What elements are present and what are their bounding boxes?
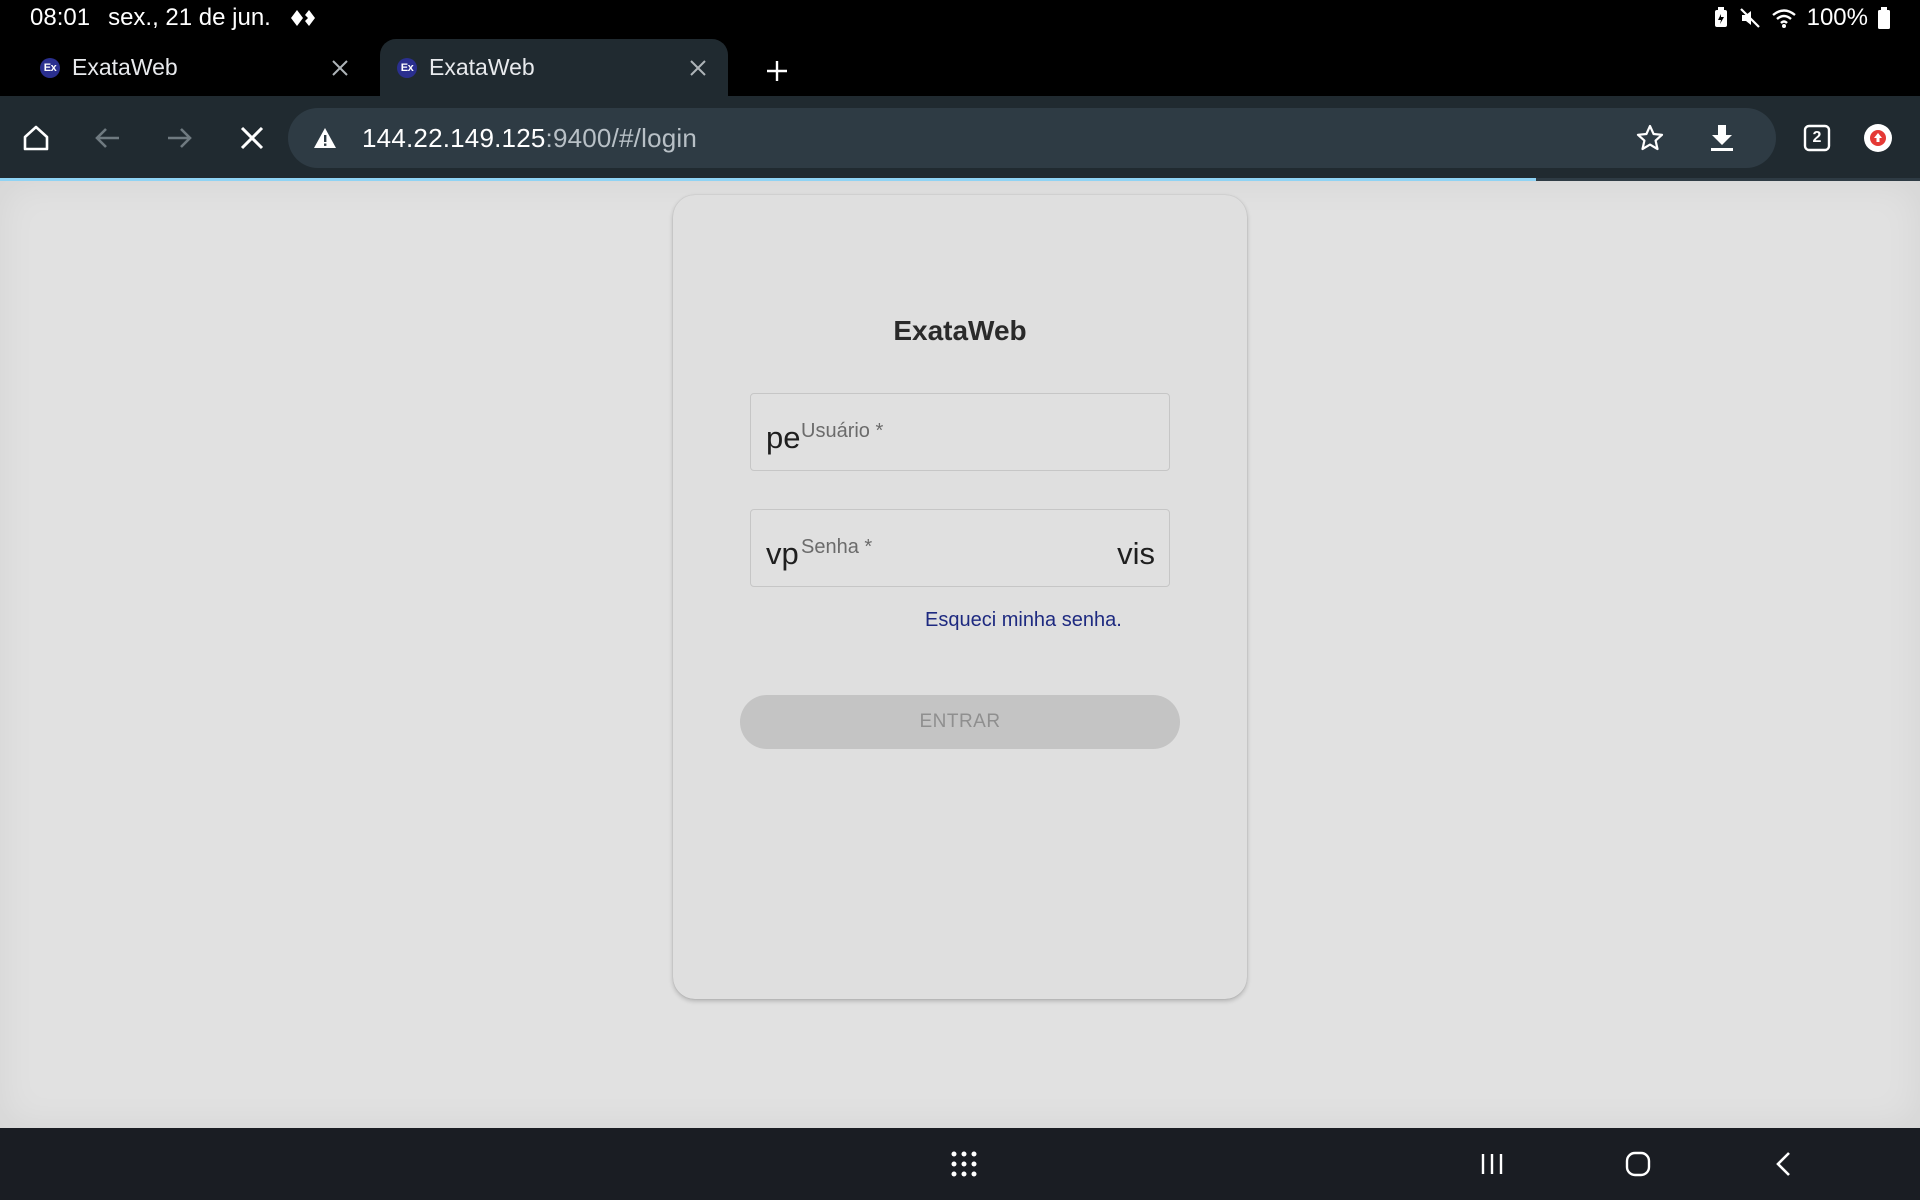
data-transfer-icon <box>289 7 317 29</box>
browser-toolbar: 144.22.149.125:9400/#/login 2 <box>0 96 1920 179</box>
url-host: 144.22.149.125 <box>362 122 546 153</box>
tab-count: 2 <box>1812 129 1822 146</box>
password-field[interactable]: vp Senha * vis <box>750 509 1170 587</box>
exata-favicon-icon: Ex <box>397 57 417 78</box>
recent-apps-button[interactable] <box>1468 1142 1516 1186</box>
star-icon <box>1636 124 1664 151</box>
close-tab-icon[interactable] <box>678 48 718 88</box>
arrow-right-icon <box>168 128 192 148</box>
close-tab-icon[interactable] <box>320 48 360 88</box>
update-available-icon <box>1864 124 1892 152</box>
back-button[interactable] <box>84 114 132 162</box>
battery-icon <box>1878 7 1890 29</box>
home-button[interactable] <box>12 114 60 162</box>
tab-switcher-button[interactable]: 2 <box>1793 114 1841 162</box>
forgot-password-link[interactable]: Esqueci minha senha. <box>925 609 1122 632</box>
username-value: pe <box>766 420 801 455</box>
address-bar[interactable]: 144.22.149.125:9400/#/login <box>288 108 1776 168</box>
arrow-left-icon <box>95 128 119 148</box>
browser-tab-strip: Ex ExataWeb Ex ExataWeb <box>0 37 1920 96</box>
web-content: ExataWeb pe Usuário * vp Senha * vis Esq… <box>0 181 1920 1128</box>
download-button[interactable] <box>1698 114 1746 162</box>
login-title: ExataWeb <box>893 315 1027 346</box>
new-tab-button[interactable] <box>755 49 799 93</box>
password-label: Senha * <box>801 536 873 558</box>
exata-favicon-icon: Ex <box>40 57 60 78</box>
home-icon <box>23 125 49 151</box>
login-card: ExataWeb pe Usuário * vp Senha * vis Esq… <box>673 195 1247 999</box>
tab-exataweb-1[interactable]: Ex ExataWeb <box>0 39 370 96</box>
apps-grid-icon <box>951 1151 977 1177</box>
battery-saver-icon <box>1713 7 1729 29</box>
password-visibility-toggle[interactable]: vis <box>1117 536 1155 572</box>
status-date: sex., 21 de jun. <box>108 4 271 31</box>
bookmark-star-button[interactable] <box>1626 114 1674 162</box>
battery-percent: 100% <box>1806 4 1868 31</box>
status-time: 08:01 <box>30 4 91 31</box>
stop-loading-button[interactable] <box>228 114 276 162</box>
system-status-bar: 08:01 sex., 21 de jun. 100% <box>0 0 1920 37</box>
username-field[interactable]: pe Usuário * <box>750 393 1170 471</box>
password-value: vp <box>766 536 799 571</box>
system-navigation-bar <box>0 1128 1920 1200</box>
wifi-icon <box>1771 7 1797 29</box>
mute-icon <box>1739 7 1761 29</box>
plus-icon <box>767 61 787 81</box>
url-text[interactable]: 144.22.149.125:9400/#/login <box>362 123 697 154</box>
tab-exataweb-2[interactable]: Ex ExataWeb <box>380 39 728 96</box>
tab-title: ExataWeb <box>72 54 178 80</box>
forward-button[interactable] <box>155 114 203 162</box>
tab-title: ExataWeb <box>429 54 535 80</box>
recents-icon <box>1481 1154 1503 1174</box>
login-submit-button[interactable]: ENTRAR <box>740 695 1180 749</box>
home-nav-button[interactable] <box>1614 1142 1662 1186</box>
close-icon <box>240 126 264 150</box>
home-circle-icon <box>1625 1151 1651 1177</box>
back-nav-button[interactable] <box>1760 1142 1808 1186</box>
not-secure-warning-icon[interactable] <box>310 127 340 149</box>
download-icon <box>1711 125 1733 151</box>
url-path: :9400/#/login <box>545 122 698 153</box>
app-drawer-button[interactable] <box>940 1142 988 1186</box>
chevron-left-icon <box>1776 1152 1790 1176</box>
username-label: Usuário * <box>801 420 884 442</box>
profile-update-button[interactable] <box>1854 114 1902 162</box>
